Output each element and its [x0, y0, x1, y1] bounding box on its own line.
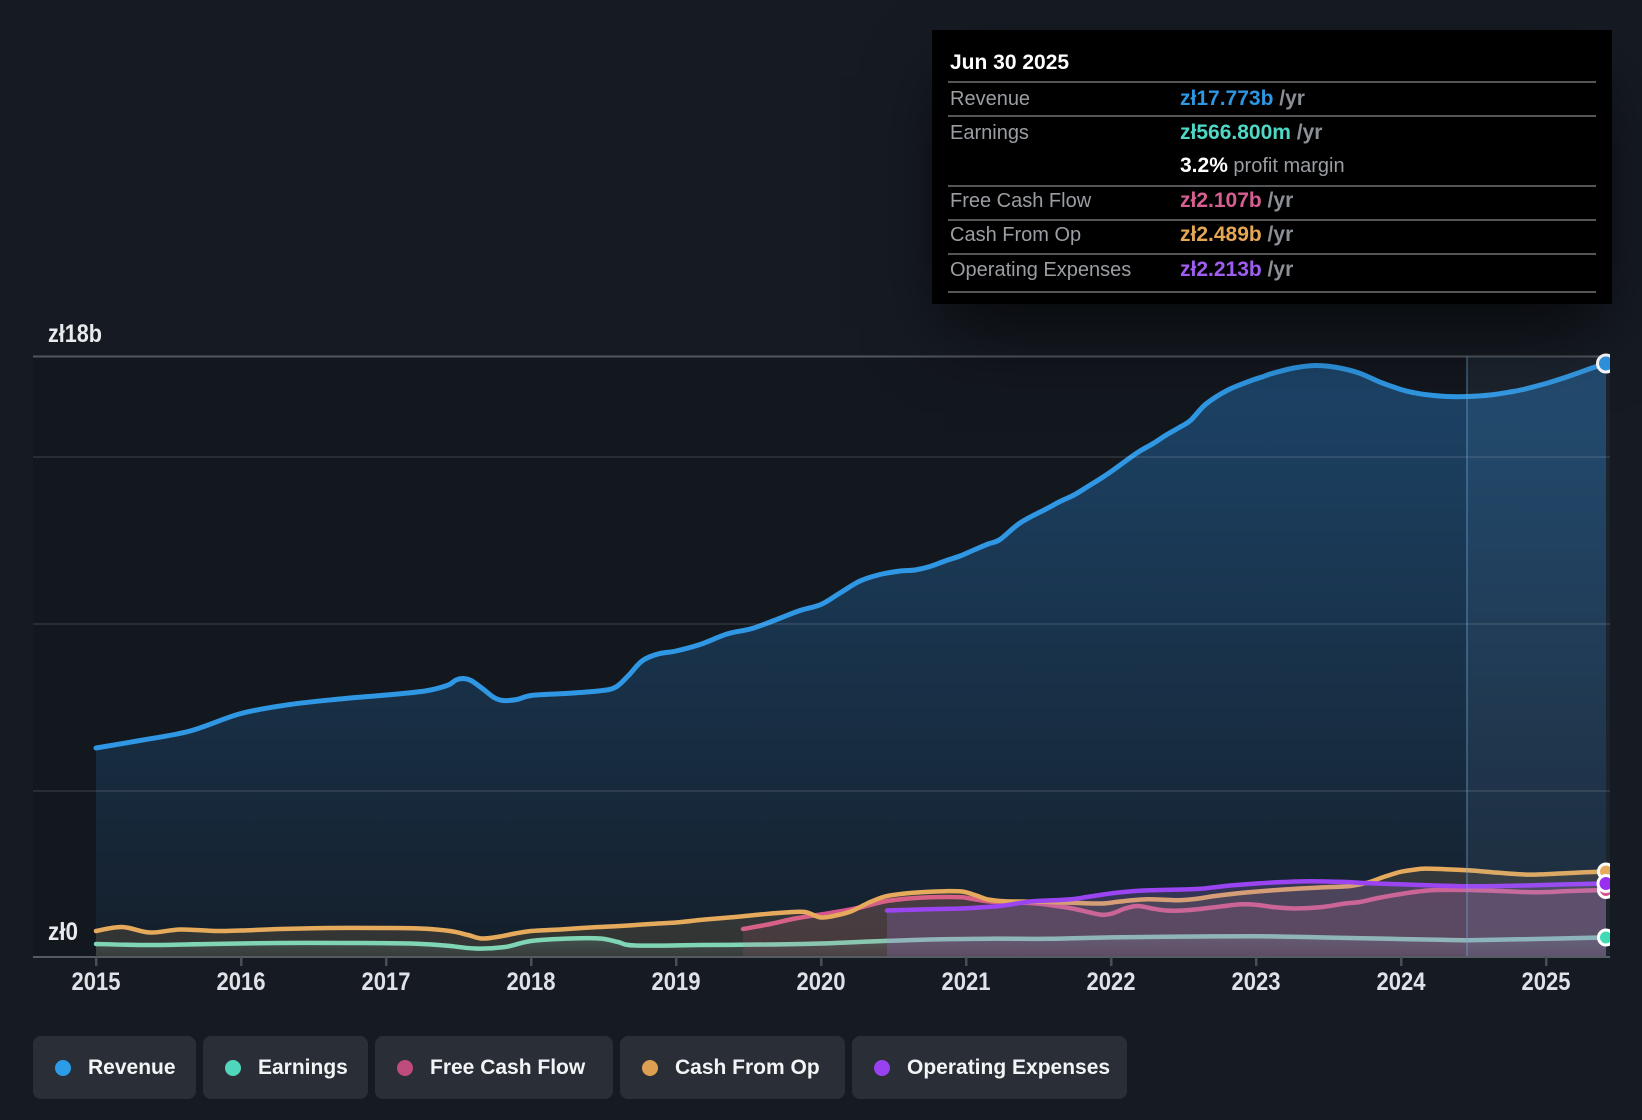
svg-text:2025: 2025	[1522, 968, 1571, 996]
svg-text:2021: 2021	[942, 968, 991, 996]
svg-text:2015: 2015	[72, 968, 121, 996]
svg-text:2023: 2023	[1232, 968, 1281, 996]
svg-text:zł0: zł0	[48, 918, 78, 946]
svg-text:2024: 2024	[1377, 968, 1426, 996]
svg-text:2017: 2017	[362, 968, 411, 996]
svg-text:2020: 2020	[797, 968, 846, 996]
svg-text:2019: 2019	[652, 968, 701, 996]
svg-text:2022: 2022	[1087, 968, 1136, 996]
svg-text:2016: 2016	[217, 968, 266, 996]
svg-text:zł18b: zł18b	[48, 320, 102, 348]
svg-text:2018: 2018	[507, 968, 556, 996]
